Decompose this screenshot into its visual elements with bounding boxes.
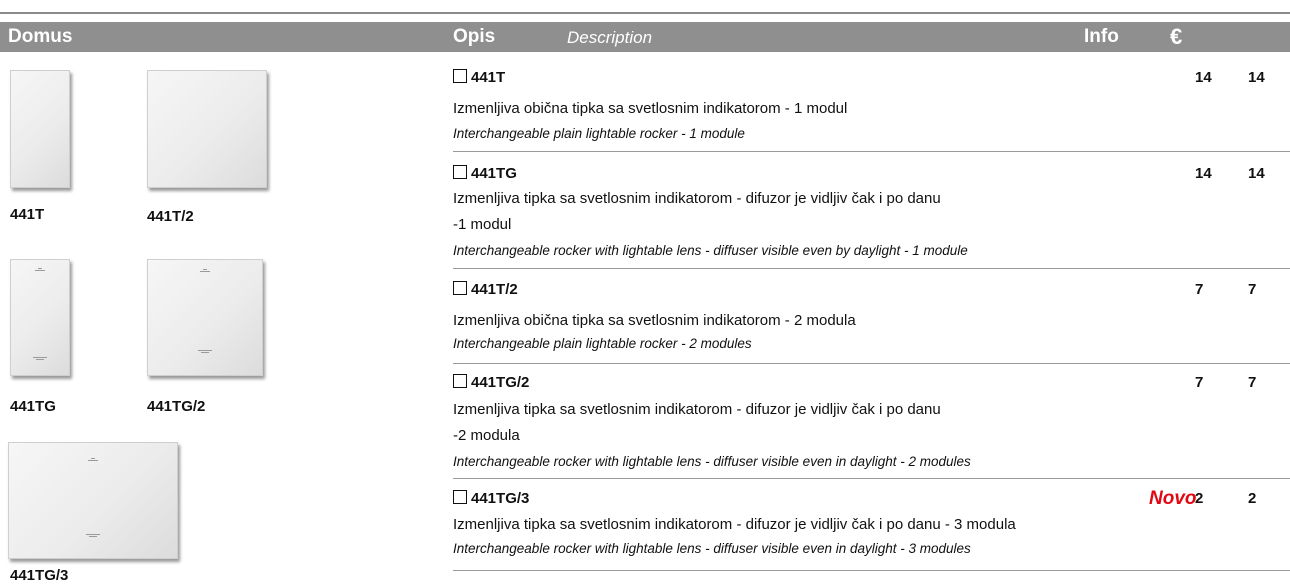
description-en: Interchangeable rocker with lightable le… [453, 541, 971, 556]
product-image-441TG-2 [147, 259, 263, 376]
info-value: 14 [1195, 165, 1212, 182]
product-image-441T [10, 70, 70, 188]
product-image-441TG-3 [8, 442, 178, 559]
price-value: 2 [1248, 490, 1257, 507]
new-badge: Novo [1149, 488, 1197, 509]
product-image-441T-2 [147, 70, 267, 188]
table-header: Domus Opis Description Info € [0, 22, 1290, 52]
table-row: 441T 14 14 Izmenljiva obična tipka sa sv… [453, 69, 1290, 152]
product-code: 441T/2 [453, 281, 518, 298]
product-label: 441T [10, 206, 45, 223]
light-mark-icon [198, 268, 212, 274]
description-sr-cont: -1 modul [453, 216, 512, 233]
checkbox-icon [453, 165, 467, 179]
table-row: 441TG/2 7 7 Izmenljiva tipka sa svetlosn… [453, 374, 1290, 479]
description-sr: Izmenljiva tipka sa svetlosnim indikator… [453, 401, 941, 418]
description-sr: Izmenljiva tipka sa svetlosnim indikator… [453, 190, 941, 207]
light-mark-icon [33, 356, 47, 362]
header-opis: Opis [453, 26, 496, 47]
table-row: 441TG 14 14 Izmenljiva tipka sa svetlosn… [453, 165, 1290, 269]
info-value: 2 [1195, 490, 1204, 507]
checkbox-icon [453, 281, 467, 295]
table-row: 441T/2 7 7 Izmenljiva obična tipka sa sv… [453, 281, 1290, 364]
light-mark-icon [86, 533, 100, 539]
product-code: 441TG/2 [453, 374, 529, 391]
price-value: 14 [1248, 165, 1265, 182]
price-value: 14 [1248, 69, 1265, 86]
product-label: 441T/2 [147, 208, 194, 225]
checkbox-icon [453, 490, 467, 504]
product-code: 441T [453, 69, 505, 86]
top-rule [0, 12, 1290, 14]
header-euro: € [1170, 24, 1183, 49]
header-info: Info [1084, 26, 1119, 47]
light-mark-icon [33, 267, 47, 273]
light-mark-icon [198, 349, 212, 355]
checkbox-icon [453, 374, 467, 388]
table-row: 441TG/3 Novo 2 2 Izmenljiva tipka sa sve… [453, 488, 1290, 571]
checkbox-icon [453, 69, 467, 83]
product-label: 441TG [10, 398, 56, 415]
description-en: Interchangeable rocker with lightable le… [453, 454, 971, 469]
info-value: 14 [1195, 69, 1212, 86]
price-value: 7 [1248, 374, 1257, 391]
info-value: 7 [1195, 374, 1204, 391]
price-value: 7 [1248, 281, 1257, 298]
info-value: 7 [1195, 281, 1204, 298]
description-en: Interchangeable rocker with lightable le… [453, 243, 968, 258]
product-image-441TG [10, 259, 70, 376]
description-en: Interchangeable plain lightable rocker -… [453, 126, 745, 141]
description-sr: Izmenljiva obična tipka sa svetlosnim in… [453, 312, 856, 329]
description-en: Interchangeable plain lightable rocker -… [453, 336, 752, 351]
product-label: 441TG/2 [147, 398, 206, 415]
description-sr: Izmenljiva obična tipka sa svetlosnim in… [453, 100, 848, 117]
description-sr: Izmenljiva tipka sa svetlosnim indikator… [453, 516, 1016, 533]
product-code: 441TG/3 [453, 490, 529, 507]
product-label: 441TG/3 [10, 567, 69, 584]
product-code: 441TG [453, 165, 517, 182]
light-mark-icon [86, 457, 100, 463]
header-description: Description [567, 28, 653, 47]
description-sr-cont: -2 modula [453, 427, 520, 444]
header-domus: Domus [8, 26, 73, 47]
